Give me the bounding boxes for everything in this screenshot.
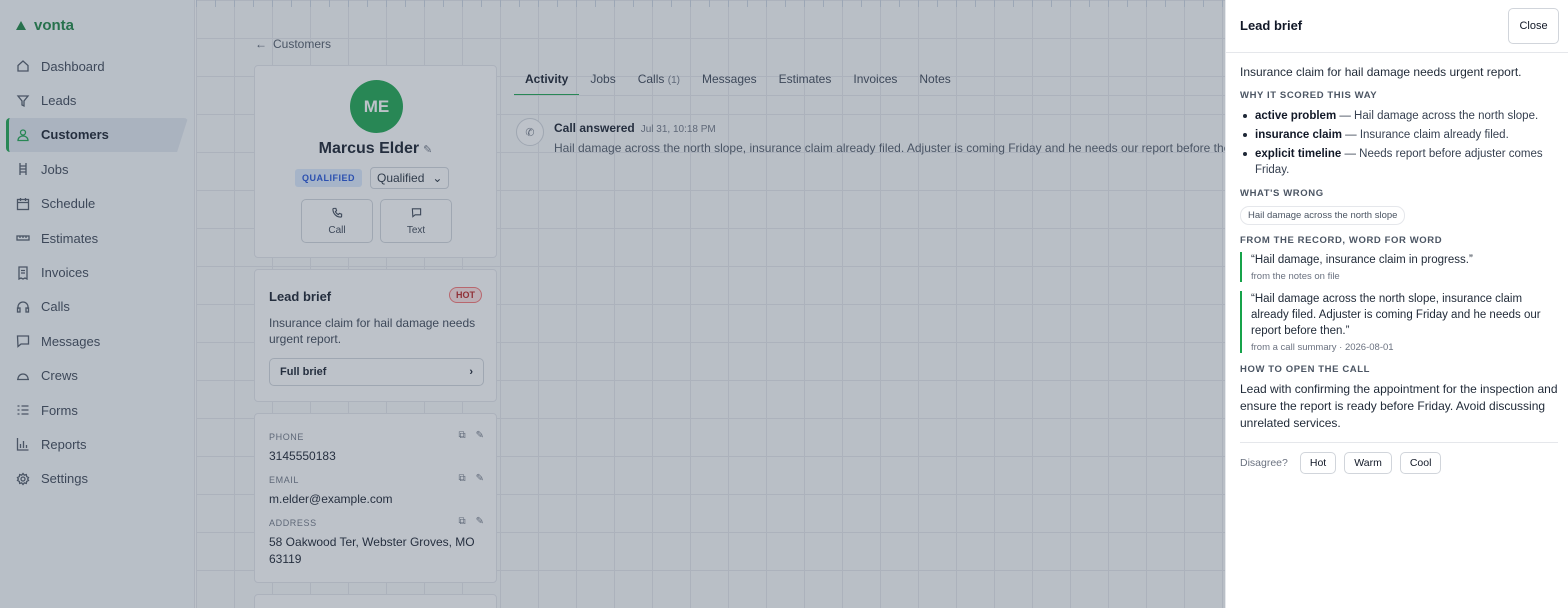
quote-text: “Hail damage across the north slope, ins… bbox=[1251, 293, 1541, 337]
close-button[interactable]: Close bbox=[1508, 8, 1559, 44]
list-item: insurance claim — Insurance claim alread… bbox=[1240, 127, 1558, 143]
reasons-list: active problem — Hail damage across the … bbox=[1240, 108, 1558, 178]
quote-source: from a call summary · 2026-08-01 bbox=[1251, 342, 1394, 353]
rate-warm-button[interactable]: Warm bbox=[1344, 452, 1392, 474]
why-heading: WHY IT SCORED THIS WAY bbox=[1240, 90, 1378, 101]
list-item: active problem — Hail damage across the … bbox=[1240, 108, 1558, 124]
quote-source: from the notes on file bbox=[1251, 271, 1340, 282]
modal-backdrop[interactable] bbox=[0, 0, 1225, 608]
wrong-heading: WHAT'S WRONG bbox=[1240, 188, 1324, 199]
divider bbox=[1240, 442, 1558, 443]
problem-chip: Hail damage across the north slope bbox=[1240, 206, 1406, 225]
reason-text: — Insurance claim already filed. bbox=[1341, 129, 1509, 141]
rate-cool-button[interactable]: Cool bbox=[1399, 452, 1442, 474]
lead-brief-drawer: Lead brief Close Insurance claim for hai… bbox=[1225, 0, 1568, 608]
reason-key: explicit timeline bbox=[1255, 148, 1342, 160]
reason-text: — Hail damage across the north slope. bbox=[1336, 110, 1539, 122]
reason-key: insurance claim bbox=[1255, 129, 1342, 141]
disagree-row: Disagree? Hot Warm Cool bbox=[1240, 452, 1558, 474]
drawer-title: Lead brief bbox=[1240, 18, 1303, 33]
reason-key: active problem bbox=[1255, 110, 1337, 122]
drawer-summary: Insurance claim for hail damage needs ur… bbox=[1240, 65, 1522, 79]
drawer-header: Lead brief Close bbox=[1226, 0, 1568, 53]
record-quote: “Hail damage across the north slope, ins… bbox=[1240, 291, 1558, 353]
quote-text: “Hail damage, insurance claim in progres… bbox=[1251, 254, 1473, 266]
disagree-label: Disagree? bbox=[1240, 457, 1288, 469]
open-call-text: Lead with confirming the appointment for… bbox=[1240, 382, 1558, 430]
drawer-body: Insurance claim for hail damage needs ur… bbox=[1240, 64, 1558, 474]
record-heading: FROM THE RECORD, WORD FOR WORD bbox=[1240, 235, 1443, 246]
open-call-heading: HOW TO OPEN THE CALL bbox=[1240, 364, 1371, 375]
app-root: vonta Dashboard Leads Customers Jobs Sch… bbox=[0, 0, 1568, 608]
record-quote: “Hail damage, insurance claim in progres… bbox=[1240, 252, 1558, 282]
rate-hot-button[interactable]: Hot bbox=[1299, 452, 1337, 474]
list-item: explicit timeline — Needs report before … bbox=[1240, 146, 1558, 178]
